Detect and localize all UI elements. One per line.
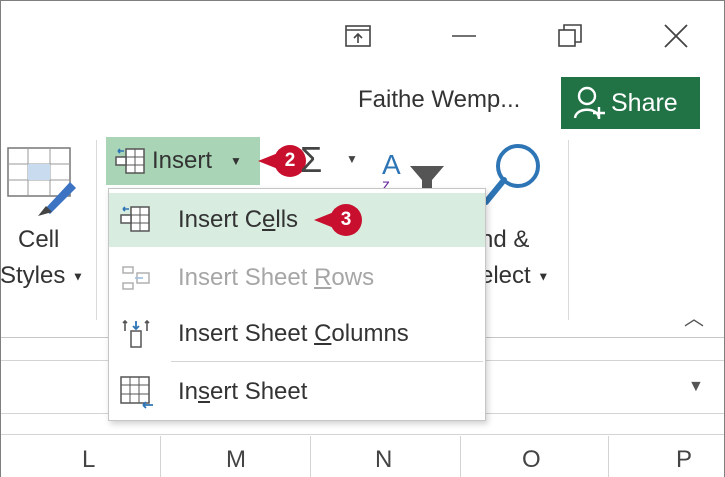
svg-text:A: A	[382, 149, 401, 180]
cell-styles-label[interactable]: Cell	[18, 226, 59, 254]
column-header-l[interactable]: L	[82, 446, 95, 474]
callout-step-2: 2	[258, 145, 306, 177]
column-header-p[interactable]: P	[676, 446, 692, 474]
column-header-row	[1, 434, 724, 477]
ribbon-separator	[96, 140, 97, 320]
column-header-m[interactable]: M	[226, 446, 246, 474]
chevron-down-icon[interactable]: ▼	[346, 152, 358, 166]
menu-item-insert-sheet[interactable]: Insert Sheet	[109, 365, 485, 419]
menu-item-label: Insert Cells	[178, 206, 299, 233]
chevron-down-icon: ▼	[230, 154, 242, 168]
cell-styles-label-line2[interactable]: Styles ▼	[0, 262, 84, 290]
menu-item-label: Insert Sheet	[178, 378, 308, 405]
expand-formula-bar-icon[interactable]: ▼	[688, 378, 704, 396]
menu-item-label: Insert Sheet Columns	[178, 320, 409, 347]
menu-item-label: Insert Sheet Rows	[178, 264, 375, 291]
insert-sheet-icon	[119, 375, 153, 409]
insert-cells-icon	[119, 203, 153, 237]
column-header-n[interactable]: N	[375, 446, 392, 474]
collapse-ribbon-icon[interactable]: ︿	[684, 302, 704, 331]
menu-separator	[171, 361, 483, 362]
close-icon[interactable]	[656, 18, 696, 54]
insert-button[interactable]: Insert ▼	[106, 137, 260, 185]
find-select-label-line2[interactable]: elect ▼	[480, 262, 549, 290]
column-separator[interactable]	[160, 436, 161, 477]
find-select-label[interactable]: nd &	[480, 226, 529, 254]
insert-rows-icon	[119, 261, 153, 295]
find-select-icon[interactable]	[480, 140, 544, 211]
restore-icon[interactable]	[550, 18, 590, 54]
chevron-down-icon: ▼	[537, 269, 550, 284]
ribbon-separator	[568, 140, 569, 320]
menu-item-insert-sheet-rows: Insert Sheet Rows	[109, 251, 485, 305]
chevron-down-icon: ▼	[72, 269, 84, 284]
ribbon-display-options-icon[interactable]	[338, 18, 378, 54]
column-separator[interactable]	[460, 436, 461, 477]
share-label: Share	[611, 88, 678, 117]
column-separator[interactable]	[608, 436, 609, 477]
autosum-icon[interactable]: Σ	[300, 139, 322, 181]
cell-styles-icon[interactable]	[4, 146, 80, 223]
insert-cells-icon	[115, 148, 145, 174]
insert-dropdown-menu: Insert Cells Insert Sheet Rows Insert Sh…	[108, 188, 486, 421]
insert-label: Insert	[152, 147, 213, 174]
column-separator[interactable]	[310, 436, 311, 477]
menu-item-insert-cells[interactable]: Insert Cells	[109, 193, 485, 247]
user-name[interactable]: Faithe Wemp...	[358, 86, 520, 114]
share-button[interactable]: Share	[561, 77, 700, 129]
callout-step-3: 3	[314, 204, 362, 236]
menu-item-insert-sheet-columns[interactable]: Insert Sheet Columns	[109, 307, 485, 361]
column-header-o[interactable]: O	[522, 446, 541, 474]
add-person-icon	[573, 86, 605, 119]
insert-columns-icon	[119, 317, 153, 351]
minimize-icon[interactable]	[444, 18, 484, 54]
